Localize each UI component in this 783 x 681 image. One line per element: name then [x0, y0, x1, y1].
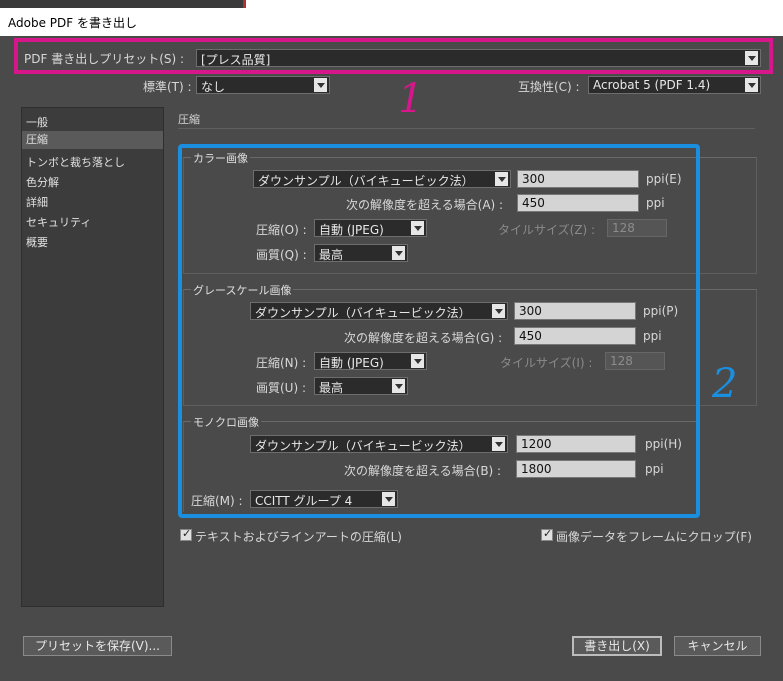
sidebar-item-separations[interactable]: 色分解: [26, 174, 59, 190]
standard-select[interactable]: なし: [196, 76, 330, 94]
text-art-label: テキストおよびラインアートの圧縮(L): [195, 530, 402, 544]
title-bar: Adobe PDF を書き出し: [0, 8, 783, 37]
sidebar-item-compression[interactable]: 圧縮: [22, 131, 163, 149]
sidebar-item-marks-bleed[interactable]: トンボと裁ち落とし: [26, 154, 125, 170]
background-window-strip: [0, 0, 243, 8]
standard-label: 標準(T) :: [143, 80, 192, 94]
section-title: 圧縮: [178, 113, 200, 126]
category-sidebar: 一般 圧縮 トンボと裁ち落とし 色分解 詳細 セキュリティ 概要: [21, 107, 164, 607]
sidebar-item-advanced[interactable]: 詳細: [26, 194, 48, 210]
annotation-number-one: 1: [398, 76, 424, 122]
crop-checkbox[interactable]: [541, 527, 553, 541]
section-divider: [178, 128, 755, 129]
annotation-number-two: 2: [712, 361, 738, 407]
cancel-button[interactable]: キャンセル: [674, 636, 761, 656]
save-preset-button[interactable]: プリセットを保存(V)...: [23, 636, 172, 656]
annotation-blue-box: [178, 144, 700, 518]
sidebar-item-general[interactable]: 一般: [26, 114, 48, 130]
annotation-pink-box: [14, 38, 773, 74]
chevron-down-icon: [745, 78, 758, 92]
text-art-checkbox[interactable]: [180, 527, 192, 541]
chevron-down-icon: [314, 78, 327, 92]
background-window-border: [243, 0, 246, 8]
standard-value: なし: [201, 80, 226, 94]
window-title: Adobe PDF を書き出し: [8, 16, 137, 30]
export-button[interactable]: 書き出し(X): [572, 636, 662, 656]
sidebar-item-summary[interactable]: 概要: [26, 234, 48, 250]
crop-label: 画像データをフレームにクロップ(F): [556, 530, 752, 544]
compat-value: Acrobat 5 (PDF 1.4): [593, 78, 711, 92]
compat-select[interactable]: Acrobat 5 (PDF 1.4): [588, 76, 761, 94]
sidebar-item-security[interactable]: セキュリティ: [26, 214, 91, 230]
compat-label: 互換性(C) :: [518, 80, 580, 94]
